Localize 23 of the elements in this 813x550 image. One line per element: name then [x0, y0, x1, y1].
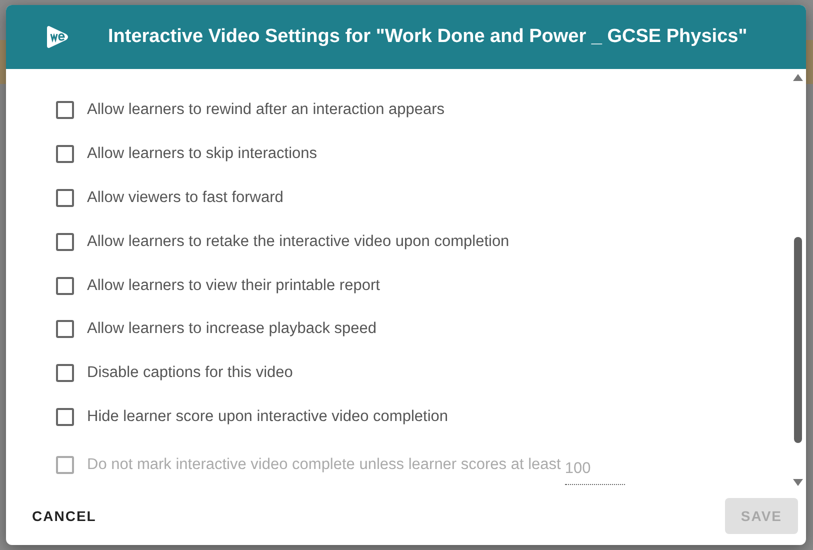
checkbox[interactable] — [56, 408, 74, 426]
option-label: Allow learners to increase playback speed — [87, 320, 376, 338]
option-label: Disable captions for this video — [87, 364, 293, 382]
checkbox[interactable] — [56, 232, 74, 251]
checkbox[interactable] — [56, 364, 74, 382]
option-label: Allow viewers to fast forward — [87, 188, 284, 207]
checkbox[interactable] — [56, 188, 74, 207]
option-label: Do not mark interactive video complete unless learner scores at least — [87, 456, 561, 474]
checkbox[interactable] — [56, 100, 74, 119]
option-label: Allow learners to view their printable report — [87, 276, 380, 294]
option-label: Allow learners to rewind after an interaction appears — [87, 100, 445, 119]
scrollbar-thumb[interactable] — [794, 237, 802, 443]
checkbox[interactable] — [56, 320, 74, 338]
dialog-title: Interactive Video Settings for "Work Done and Power _ GCSE Physics" — [108, 26, 748, 48]
option-label: Hide learner score upon interactive video completion — [87, 408, 448, 426]
checkbox[interactable] — [56, 276, 74, 294]
logo-icon — [44, 26, 70, 48]
checkbox[interactable] — [56, 144, 74, 163]
cancel-button[interactable]: CANCEL — [20, 498, 108, 534]
scroll-up-icon[interactable] — [793, 73, 803, 81]
scroll-down-icon[interactable] — [793, 479, 803, 487]
option-label: Allow learners to skip interactions — [87, 144, 318, 163]
option-label: Allow learners to retake the interactive video upon completion — [87, 232, 510, 251]
